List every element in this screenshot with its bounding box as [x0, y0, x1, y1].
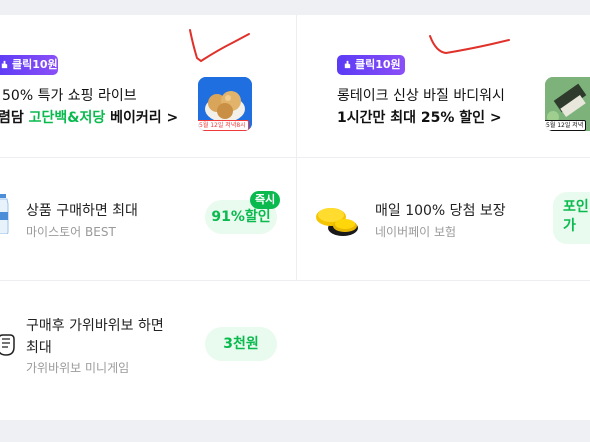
bakery-thumbnail[interactable]: 5월 12일 저녁8시 [198, 77, 252, 131]
gold-coins-icon [316, 208, 358, 236]
reward-subtitle: 가위바위보 미니게임 [26, 361, 130, 375]
chip-label: 클릭10원 [355, 58, 401, 71]
promo-subtitle-suffix: 베이커리 > [105, 110, 179, 126]
promo-subtitle: 1시간만 최대 25% 할인 > [337, 110, 502, 126]
promo-subtitle-prefix: 렴담 [0, 110, 29, 126]
hand-pointer-icon [344, 60, 351, 69]
reward-subtitle: 마이스토어 BEST [26, 225, 116, 239]
reward-amount-badge: 3천원 [205, 327, 277, 361]
reward-title: 상품 구매하면 최대 [26, 203, 138, 219]
promo-subtitle: 렴담 고단백&저당 베이커리 > [0, 107, 178, 127]
reward-title: 매일 100% 당첨 보장 [375, 203, 506, 219]
water-bottle-icon [0, 194, 9, 234]
instant-tag: 즉시 [250, 191, 281, 209]
bodywash-thumbnail[interactable]: 5월 12일 저녁 [545, 77, 590, 131]
click-reward-chip: 클릭10원 [0, 55, 58, 75]
live-schedule-caption: 5월 12일 저녁8시 [198, 120, 249, 131]
hand-pointer-icon [1, 60, 8, 69]
promo-card-bakery-live[interactable]: 클릭10원 50% 특가 쇼핑 라이브 렴담 고단백&저당 베이커리 > 5월 … [0, 15, 296, 157]
reward-item-npay-insurance[interactable]: 매일 100% 당첨 보장 네이버페이 보험 포인 가 [297, 158, 590, 280]
click-reward-chip: 클릭10원 [337, 55, 405, 75]
promo-title: 50% 특가 쇼핑 라이브 [2, 88, 137, 104]
chip-label: 클릭10원 [12, 58, 58, 71]
promo-subtitle-highlight: 고단백&저당 [28, 110, 106, 126]
reward-item-mystore[interactable]: 상품 구매하면 최대 마이스토어 BEST 91%할인 즉시 [0, 158, 296, 280]
reward-item-rps-game[interactable]: 구매후 가위바위보 하면 최대 가위바위보 미니게임 3천원 [0, 281, 296, 405]
hand-rock-icon [0, 334, 15, 356]
point-badge: 포인 가 [553, 192, 590, 244]
reward-subtitle: 네이버페이 보험 [375, 225, 457, 239]
reward-title: 구매후 가위바위보 하면 최대 [26, 318, 164, 356]
promo-card-bodywash[interactable]: 클릭10원 롱테이크 신상 바질 바디워시 1시간만 최대 25% 할인 > 5… [297, 15, 590, 157]
promo-title: 롱테이크 신상 바질 바디워시 [337, 88, 505, 104]
live-schedule-caption: 5월 12일 저녁 [545, 120, 587, 131]
